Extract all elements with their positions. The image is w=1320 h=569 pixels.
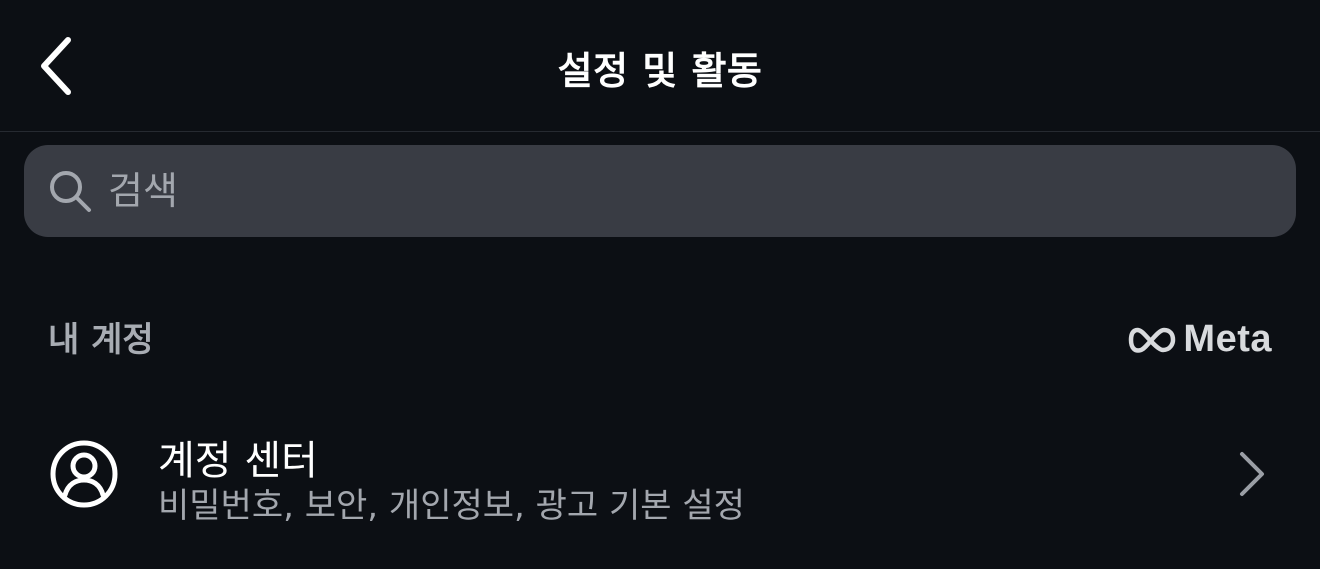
- meta-infinity-icon: [1129, 327, 1176, 353]
- section-title: 내 계정: [48, 320, 154, 360]
- search-bar[interactable]: [24, 145, 1296, 237]
- page-title: 설정 및 활동: [557, 49, 763, 93]
- chevron-right-icon: [1240, 452, 1264, 496]
- meta-brand: Meta: [1127, 318, 1272, 361]
- header: 설정 및 활동: [0, 0, 1320, 132]
- list-item-account-center[interactable]: 계정 센터 비밀번호, 보안, 개인정보, 광고 기본 설정: [0, 410, 1320, 540]
- search-icon: [46, 167, 94, 215]
- settings-screen: 설정 및 활동 내 계정 Meta 계정 센터 비밀번호, 보안, 개인정보, …: [0, 0, 1320, 569]
- search-input[interactable]: [106, 160, 1210, 222]
- account-circle-icon: [50, 440, 118, 508]
- list-item-subtitle: 비밀번호, 보안, 개인정보, 광고 기본 설정: [158, 486, 745, 526]
- meta-brand-label: Meta: [1183, 318, 1272, 360]
